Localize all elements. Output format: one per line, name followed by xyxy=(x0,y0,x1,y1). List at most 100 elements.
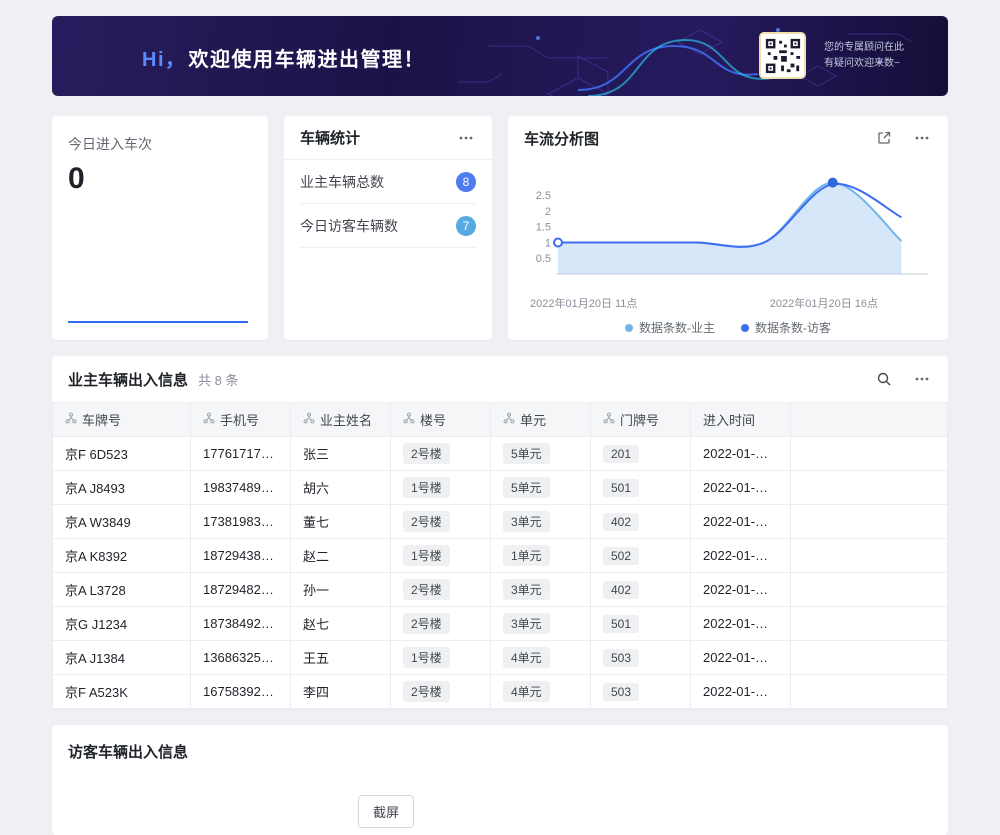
column-header-filler xyxy=(791,403,948,437)
cell-filler xyxy=(791,539,948,573)
stat-row-owner-total: 业主车辆总数 8 xyxy=(300,160,476,204)
traffic-chart-card: 车流分析图 0.511.522.5 2022年01月20 xyxy=(508,116,948,340)
tag-pill: 1单元 xyxy=(503,545,550,566)
tag-pill: 402 xyxy=(603,513,639,531)
tag-pill: 1号楼 xyxy=(403,647,450,668)
cell-enter-time: 2022-01-… xyxy=(691,539,791,573)
more-icon[interactable] xyxy=(912,128,932,148)
more-icon[interactable] xyxy=(912,369,932,389)
stats-card-title: 车辆统计 xyxy=(300,127,360,148)
relation-icon xyxy=(65,412,77,427)
cell-phone: 16758392… xyxy=(191,675,291,709)
today-entries-value: 0 xyxy=(68,162,252,196)
relation-icon xyxy=(203,412,215,427)
cell-building: 2号楼 xyxy=(391,437,491,471)
chart-card-title: 车流分析图 xyxy=(524,128,599,149)
today-entries-label: 今日进入车次 xyxy=(68,134,252,154)
tag-pill: 503 xyxy=(603,683,639,701)
x-axis-tick-right: 2022年01月20日 16点 xyxy=(770,295,878,311)
svg-text:0.5: 0.5 xyxy=(536,253,551,265)
cell-building: 2号楼 xyxy=(391,573,491,607)
cell-plate: 京A J8493 xyxy=(53,471,191,505)
tag-pill: 2号楼 xyxy=(403,511,450,532)
tag-pill: 3单元 xyxy=(503,579,550,600)
svg-text:1: 1 xyxy=(545,238,551,250)
cell-door-no: 402 xyxy=(591,573,691,607)
cell-enter-time: 2022-01-… xyxy=(691,437,791,471)
qr-code-image xyxy=(764,37,802,75)
cell-building: 2号楼 xyxy=(391,607,491,641)
search-icon[interactable] xyxy=(874,369,894,389)
table-row: 京A W384917381983…董七2号楼3单元4022022-01-… xyxy=(53,505,948,539)
column-header-building[interactable]: 楼号 xyxy=(391,403,491,437)
cell-plate: 京F 6D523 xyxy=(53,437,191,471)
tag-pill: 3单元 xyxy=(503,613,550,634)
stat-label: 今日访客车辆数 xyxy=(300,216,398,236)
relation-icon xyxy=(503,412,515,427)
cell-filler xyxy=(791,437,948,471)
cell-door-no: 503 xyxy=(591,641,691,675)
column-header-phone[interactable]: 手机号 xyxy=(191,403,291,437)
cell-filler xyxy=(791,607,948,641)
cell-building: 2号楼 xyxy=(391,505,491,539)
column-header-enter-time[interactable]: 进入时间 xyxy=(691,403,791,437)
owner-table-body: 京F 6D52317761717…张三2号楼5单元2012022-01-…京A … xyxy=(53,437,948,709)
table-row: 京F 6D52317761717…张三2号楼5单元2012022-01-… xyxy=(53,437,948,471)
cell-enter-time: 2022-01-… xyxy=(691,607,791,641)
cell-plate: 京A W3849 xyxy=(53,505,191,539)
banner-title: Hi，欢迎使用车辆进出管理！ xyxy=(142,43,425,72)
cell-door-no: 503 xyxy=(591,675,691,709)
relation-icon xyxy=(603,412,615,427)
cell-enter-time: 2022-01-… xyxy=(691,641,791,675)
cell-unit: 3单元 xyxy=(491,607,591,641)
cell-enter-time: 2022-01-… xyxy=(691,505,791,539)
cell-plate: 京A K8392 xyxy=(53,539,191,573)
cell-owner-name: 张三 xyxy=(291,437,391,471)
cell-owner-name: 李四 xyxy=(291,675,391,709)
cell-owner-name: 董七 xyxy=(291,505,391,539)
export-icon[interactable] xyxy=(874,128,894,148)
chart-legend: 数据条数-业主 数据条数-访客 xyxy=(524,319,932,336)
more-icon[interactable] xyxy=(456,128,476,148)
relation-icon xyxy=(403,412,415,427)
legend-dot-icon xyxy=(741,324,749,332)
tag-pill: 1号楼 xyxy=(403,545,450,566)
cell-phone: 18729482… xyxy=(191,573,291,607)
cell-owner-name: 胡六 xyxy=(291,471,391,505)
cell-building: 2号楼 xyxy=(391,675,491,709)
cell-building: 1号楼 xyxy=(391,539,491,573)
cell-plate: 京A L3728 xyxy=(53,573,191,607)
cell-filler xyxy=(791,505,948,539)
today-entries-card: 今日进入车次 0 xyxy=(52,116,268,340)
tag-pill: 201 xyxy=(603,445,639,463)
page: Hi，欢迎使用车辆进出管理！ 您的专属顾问在此 有疑问欢迎来数~ 今日进入车次 xyxy=(0,0,1000,835)
legend-item-visitor[interactable]: 数据条数-访客 xyxy=(741,319,831,336)
column-header-door-no[interactable]: 门牌号 xyxy=(591,403,691,437)
owner-table-title: 业主车辆出入信息 xyxy=(68,369,188,390)
cell-owner-name: 王五 xyxy=(291,641,391,675)
cell-phone: 17381983… xyxy=(191,505,291,539)
tag-pill: 501 xyxy=(603,479,639,497)
cell-filler xyxy=(791,471,948,505)
column-header-plate[interactable]: 车牌号 xyxy=(53,403,191,437)
cell-enter-time: 2022-01-… xyxy=(691,573,791,607)
column-header-unit[interactable]: 单元 xyxy=(491,403,591,437)
banner-hi: Hi， xyxy=(142,49,187,71)
table-row: 京A K839218729438…赵二1号楼1单元5022022-01-… xyxy=(53,539,948,573)
cell-plate: 京F A523K xyxy=(53,675,191,709)
legend-item-owner[interactable]: 数据条数-业主 xyxy=(625,319,715,336)
svg-text:2.5: 2.5 xyxy=(536,190,551,202)
tag-pill: 501 xyxy=(603,615,639,633)
qr-code xyxy=(759,32,806,79)
column-header-owner-name[interactable]: 业主姓名 xyxy=(291,403,391,437)
table-row: 京G J123418738492…赵七2号楼3单元5012022-01-… xyxy=(53,607,948,641)
cell-enter-time: 2022-01-… xyxy=(691,471,791,505)
cell-enter-time: 2022-01-… xyxy=(691,675,791,709)
tag-pill: 5单元 xyxy=(503,477,550,498)
cell-plate: 京A J1384 xyxy=(53,641,191,675)
cell-building: 1号楼 xyxy=(391,641,491,675)
table-row: 京A L372818729482…孙一2号楼3单元4022022-01-… xyxy=(53,573,948,607)
tag-pill: 5单元 xyxy=(503,443,550,464)
cell-building: 1号楼 xyxy=(391,471,491,505)
record-count: 共 8 条 xyxy=(198,370,238,389)
